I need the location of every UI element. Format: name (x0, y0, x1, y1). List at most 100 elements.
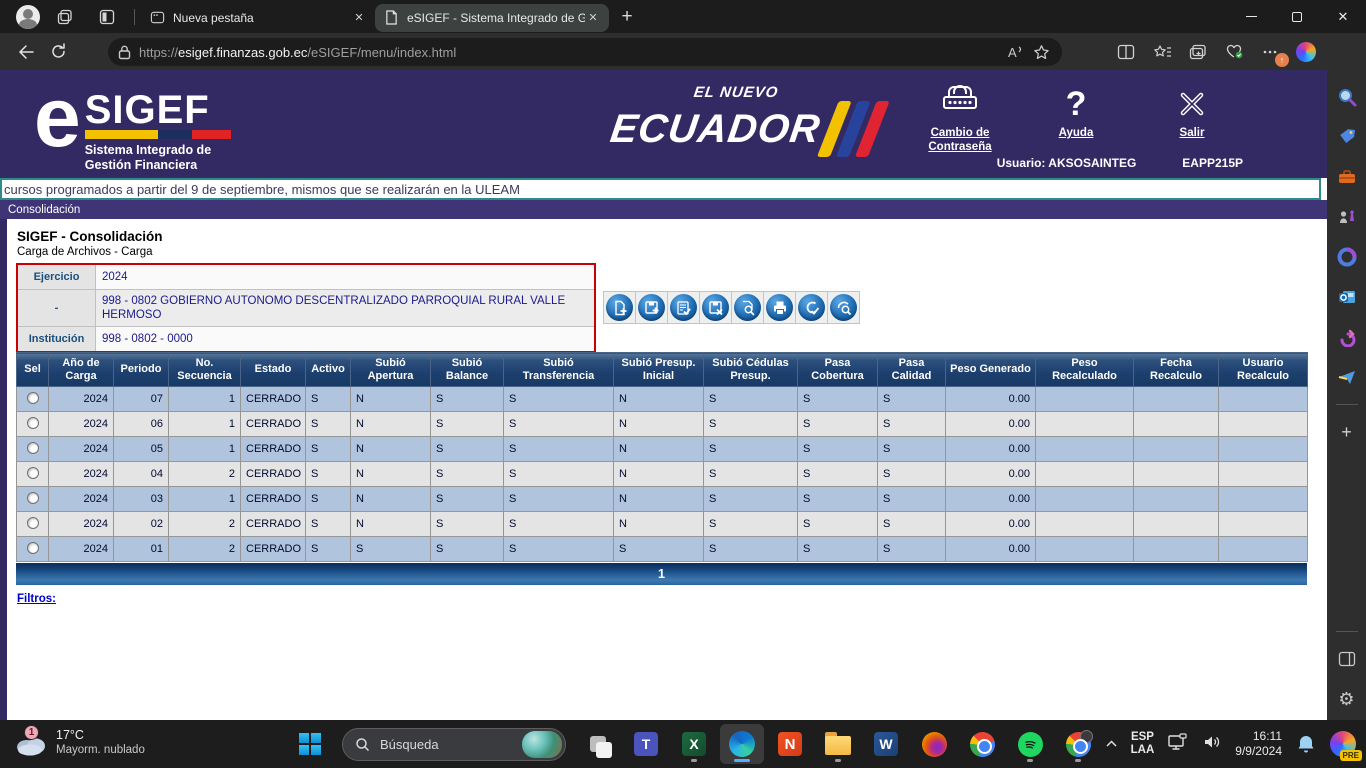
table-cell: S (504, 537, 614, 562)
preview-record-button[interactable] (734, 294, 761, 321)
query-record-button[interactable] (830, 294, 857, 321)
tab-esigef[interactable]: eSIGEF - Sistema Integrado de G ✕ (375, 4, 609, 32)
page-number[interactable]: 1 (658, 567, 665, 581)
row-select-radio[interactable] (27, 492, 39, 504)
excel-app-icon[interactable]: X (672, 724, 716, 764)
approve-record-button[interactable] (798, 294, 825, 321)
sidebar-m365-icon[interactable] (1334, 244, 1360, 270)
favorite-star-icon[interactable] (1030, 41, 1052, 63)
sidebar-add-icon[interactable]: + (1334, 419, 1360, 445)
tab-close-icon[interactable]: ✕ (585, 10, 601, 26)
save-record-button[interactable] (638, 294, 665, 321)
row-select-radio[interactable] (27, 417, 39, 429)
table-cell: CERRADO (241, 437, 306, 462)
volume-icon[interactable] (1202, 733, 1222, 756)
sidebar-search-icon[interactable] (1334, 84, 1360, 110)
profile-avatar-icon[interactable] (16, 5, 40, 29)
new-tab-button[interactable]: + (613, 3, 641, 31)
chrome-work-profile-icon[interactable] (1056, 724, 1100, 764)
back-icon[interactable] (10, 38, 42, 66)
row-select-radio[interactable] (27, 392, 39, 404)
form-row-institucion: Institución 998 - 0802 - 0000 (18, 327, 594, 351)
row-select-radio[interactable] (27, 542, 39, 554)
context-form: Ejercicio 2024 - 998 - 0802 GOBIERNO AUT… (16, 263, 596, 353)
validate-record-button[interactable] (670, 294, 697, 321)
word-app-icon[interactable]: W (864, 724, 908, 764)
taskbar-search[interactable]: Búsqueda (342, 728, 566, 761)
workspaces-icon[interactable] (48, 4, 82, 30)
row-select-radio[interactable] (27, 442, 39, 454)
sidebar-drop-icon[interactable] (1334, 324, 1360, 350)
task-view-button[interactable] (576, 724, 620, 764)
start-button[interactable] (288, 724, 332, 764)
help-link[interactable]: ? Ayuda (1033, 82, 1119, 154)
firefox-app-icon[interactable] (912, 724, 956, 764)
sidebar-panel-icon[interactable] (1334, 646, 1360, 672)
exit-icon (1175, 82, 1209, 126)
tab-close-icon[interactable]: ✕ (351, 10, 367, 26)
row-select-radio[interactable] (27, 467, 39, 479)
clock-widget[interactable]: 16:11 9/9/2024 (1235, 729, 1282, 759)
close-button[interactable]: ✕ (1320, 0, 1366, 33)
table-row: 2024061CERRADOSNSSNSSS0.00 (17, 412, 1308, 437)
table-cell (1134, 412, 1219, 437)
table-cell: 2024 (49, 512, 114, 537)
sidebar-settings-icon[interactable]: ⚙ (1334, 686, 1360, 712)
browser-essentials-icon[interactable] (1223, 41, 1245, 63)
language-indicator[interactable]: ESP LAA (1131, 731, 1155, 757)
table-cell (1219, 462, 1308, 487)
new-record-button[interactable] (606, 294, 633, 321)
lock-icon[interactable] (118, 45, 131, 60)
table-cell: S (878, 462, 946, 487)
teams-app-icon[interactable]: T (624, 724, 668, 764)
pagination-bar[interactable]: 1 (16, 563, 1307, 585)
weather-widget[interactable]: 1 17°C Mayorm. nublado (14, 727, 145, 757)
nitro-pdf-app-icon[interactable]: N (768, 724, 812, 764)
read-aloud-icon[interactable]: A (1004, 41, 1026, 63)
column-header: Estado (241, 353, 306, 387)
filters-link[interactable]: Filtros: (17, 593, 56, 605)
refresh-icon[interactable] (42, 38, 74, 66)
table-cell: N (614, 487, 704, 512)
search-highlight-image[interactable] (522, 731, 562, 758)
table-cell: S (798, 462, 878, 487)
table-cell (1219, 512, 1308, 537)
table-cell: S (704, 437, 798, 462)
table-cell (1036, 437, 1134, 462)
chrome-app-icon[interactable] (960, 724, 1004, 764)
collections-star-icon[interactable] (1151, 41, 1173, 63)
change-password-link[interactable]: Cambio de Contraseña (917, 82, 1003, 154)
divider (134, 9, 135, 25)
exit-link[interactable]: Salir (1149, 82, 1235, 154)
notifications-bell-icon[interactable] (1295, 733, 1317, 755)
table-cell (1036, 387, 1134, 412)
row-select-radio[interactable] (27, 517, 39, 529)
tab-nueva-pestana[interactable]: Nueva pestaña ✕ (141, 4, 375, 32)
tray-expand-icon[interactable] (1105, 737, 1118, 752)
form-row-entidad: - 998 - 0802 GOBIERNO AUTONOMO DESCENTRA… (18, 290, 594, 327)
sidebar-send-icon[interactable] (1334, 364, 1360, 390)
table-cell: S (306, 437, 351, 462)
spotify-app-icon[interactable] (1008, 724, 1052, 764)
copilot-icon[interactable] (1295, 41, 1317, 63)
tab-capture-icon[interactable] (1187, 41, 1209, 63)
table-cell: S (798, 512, 878, 537)
split-screen-icon[interactable] (1115, 41, 1137, 63)
minimize-button[interactable] (1228, 0, 1274, 33)
copilot-taskbar-icon[interactable]: PRE (1330, 731, 1356, 757)
url-field[interactable]: https://esigef.finanzas.gob.ec/eSIGEF/me… (108, 38, 1062, 66)
delete-record-button[interactable] (702, 294, 729, 321)
vertical-tabs-icon[interactable] (90, 4, 124, 30)
menu-item-consolidacion[interactable]: Consolidación (0, 204, 80, 216)
file-explorer-app-icon[interactable] (816, 724, 860, 764)
sidebar-tools-icon[interactable] (1334, 164, 1360, 190)
more-menu-icon[interactable]: ↑ (1259, 41, 1281, 63)
sidebar-shopping-icon[interactable] (1334, 124, 1360, 150)
print-record-button[interactable] (766, 294, 793, 321)
maximize-button[interactable] (1274, 0, 1320, 33)
edge-app-icon[interactable] (720, 724, 764, 764)
table-cell: S (798, 387, 878, 412)
network-icon[interactable] (1167, 732, 1189, 757)
sidebar-games-icon[interactable] (1334, 204, 1360, 230)
sidebar-outlook-icon[interactable] (1334, 284, 1360, 310)
